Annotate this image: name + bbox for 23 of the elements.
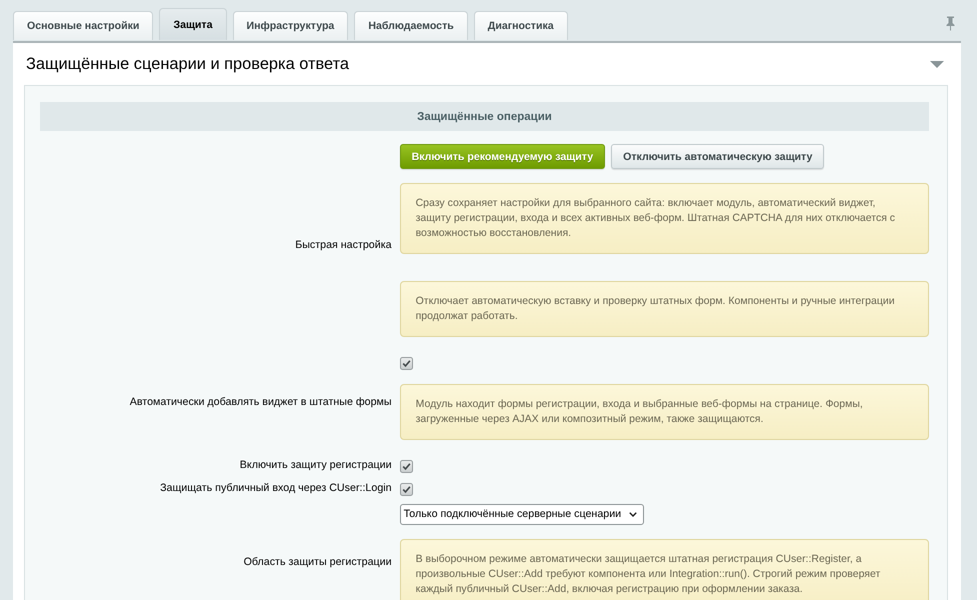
hint-note: В выборочном режиме автоматически защищается штатная регистрация CUser::Register, а произвольные CUser::Add требуют компонента или Integration::run(). Строгий режим проверяет каждый публичный CUser::Add, включая регистрацию при оформлении заказа. [400, 539, 929, 600]
caret-icon[interactable] [930, 60, 944, 68]
secondary-button[interactable]: Отключить автоматическую защиту [611, 144, 824, 169]
hint-note: Отключает автоматическую вставку и проверку штатных форм. Компоненты и ручные интеграции продолжат работать. [400, 281, 929, 337]
field-label: Область защиты регистрации [244, 556, 392, 568]
dropdown[interactable]: Только подключённые серверные сценарии [400, 504, 644, 525]
checkbox[interactable] [400, 357, 413, 370]
section-header: Защищённые операции [40, 102, 929, 131]
field-label: Быстрая настройка [295, 239, 392, 251]
hint-note: Модуль находит формы регистрации, входа и выбранные веб-формы на странице. Формы, загруженные через AJAX или композитный режим, также защищаются. [400, 384, 929, 440]
tab[interactable]: Наблюдаемость [354, 11, 468, 40]
panel-title: Защищённые сценарии и проверка ответа [26, 54, 350, 74]
tab[interactable]: Защита [159, 8, 226, 40]
chevron-down-icon [629, 512, 638, 517]
tab[interactable]: Основные настройки [13, 11, 154, 40]
field-label: Включить защиту регистрации [240, 459, 392, 471]
hint-note: Сразу сохраняет настройки для выбранного сайта: включает модуль, автоматический виджет, защиту регистрации, входа и всех активных веб-форм. Штатная CAPTCHA для них отключается с возможностью восстановления. [400, 183, 929, 254]
field-label: Защищать публичный вход через CUser::Login [160, 482, 392, 494]
tab[interactable]: Инфраструктура [232, 11, 348, 40]
checkbox[interactable] [400, 460, 413, 473]
tab[interactable]: Диагностика [474, 11, 568, 40]
checkbox[interactable] [400, 483, 413, 496]
field-label: Автоматически добавлять виджет в штатные формы [130, 396, 392, 408]
